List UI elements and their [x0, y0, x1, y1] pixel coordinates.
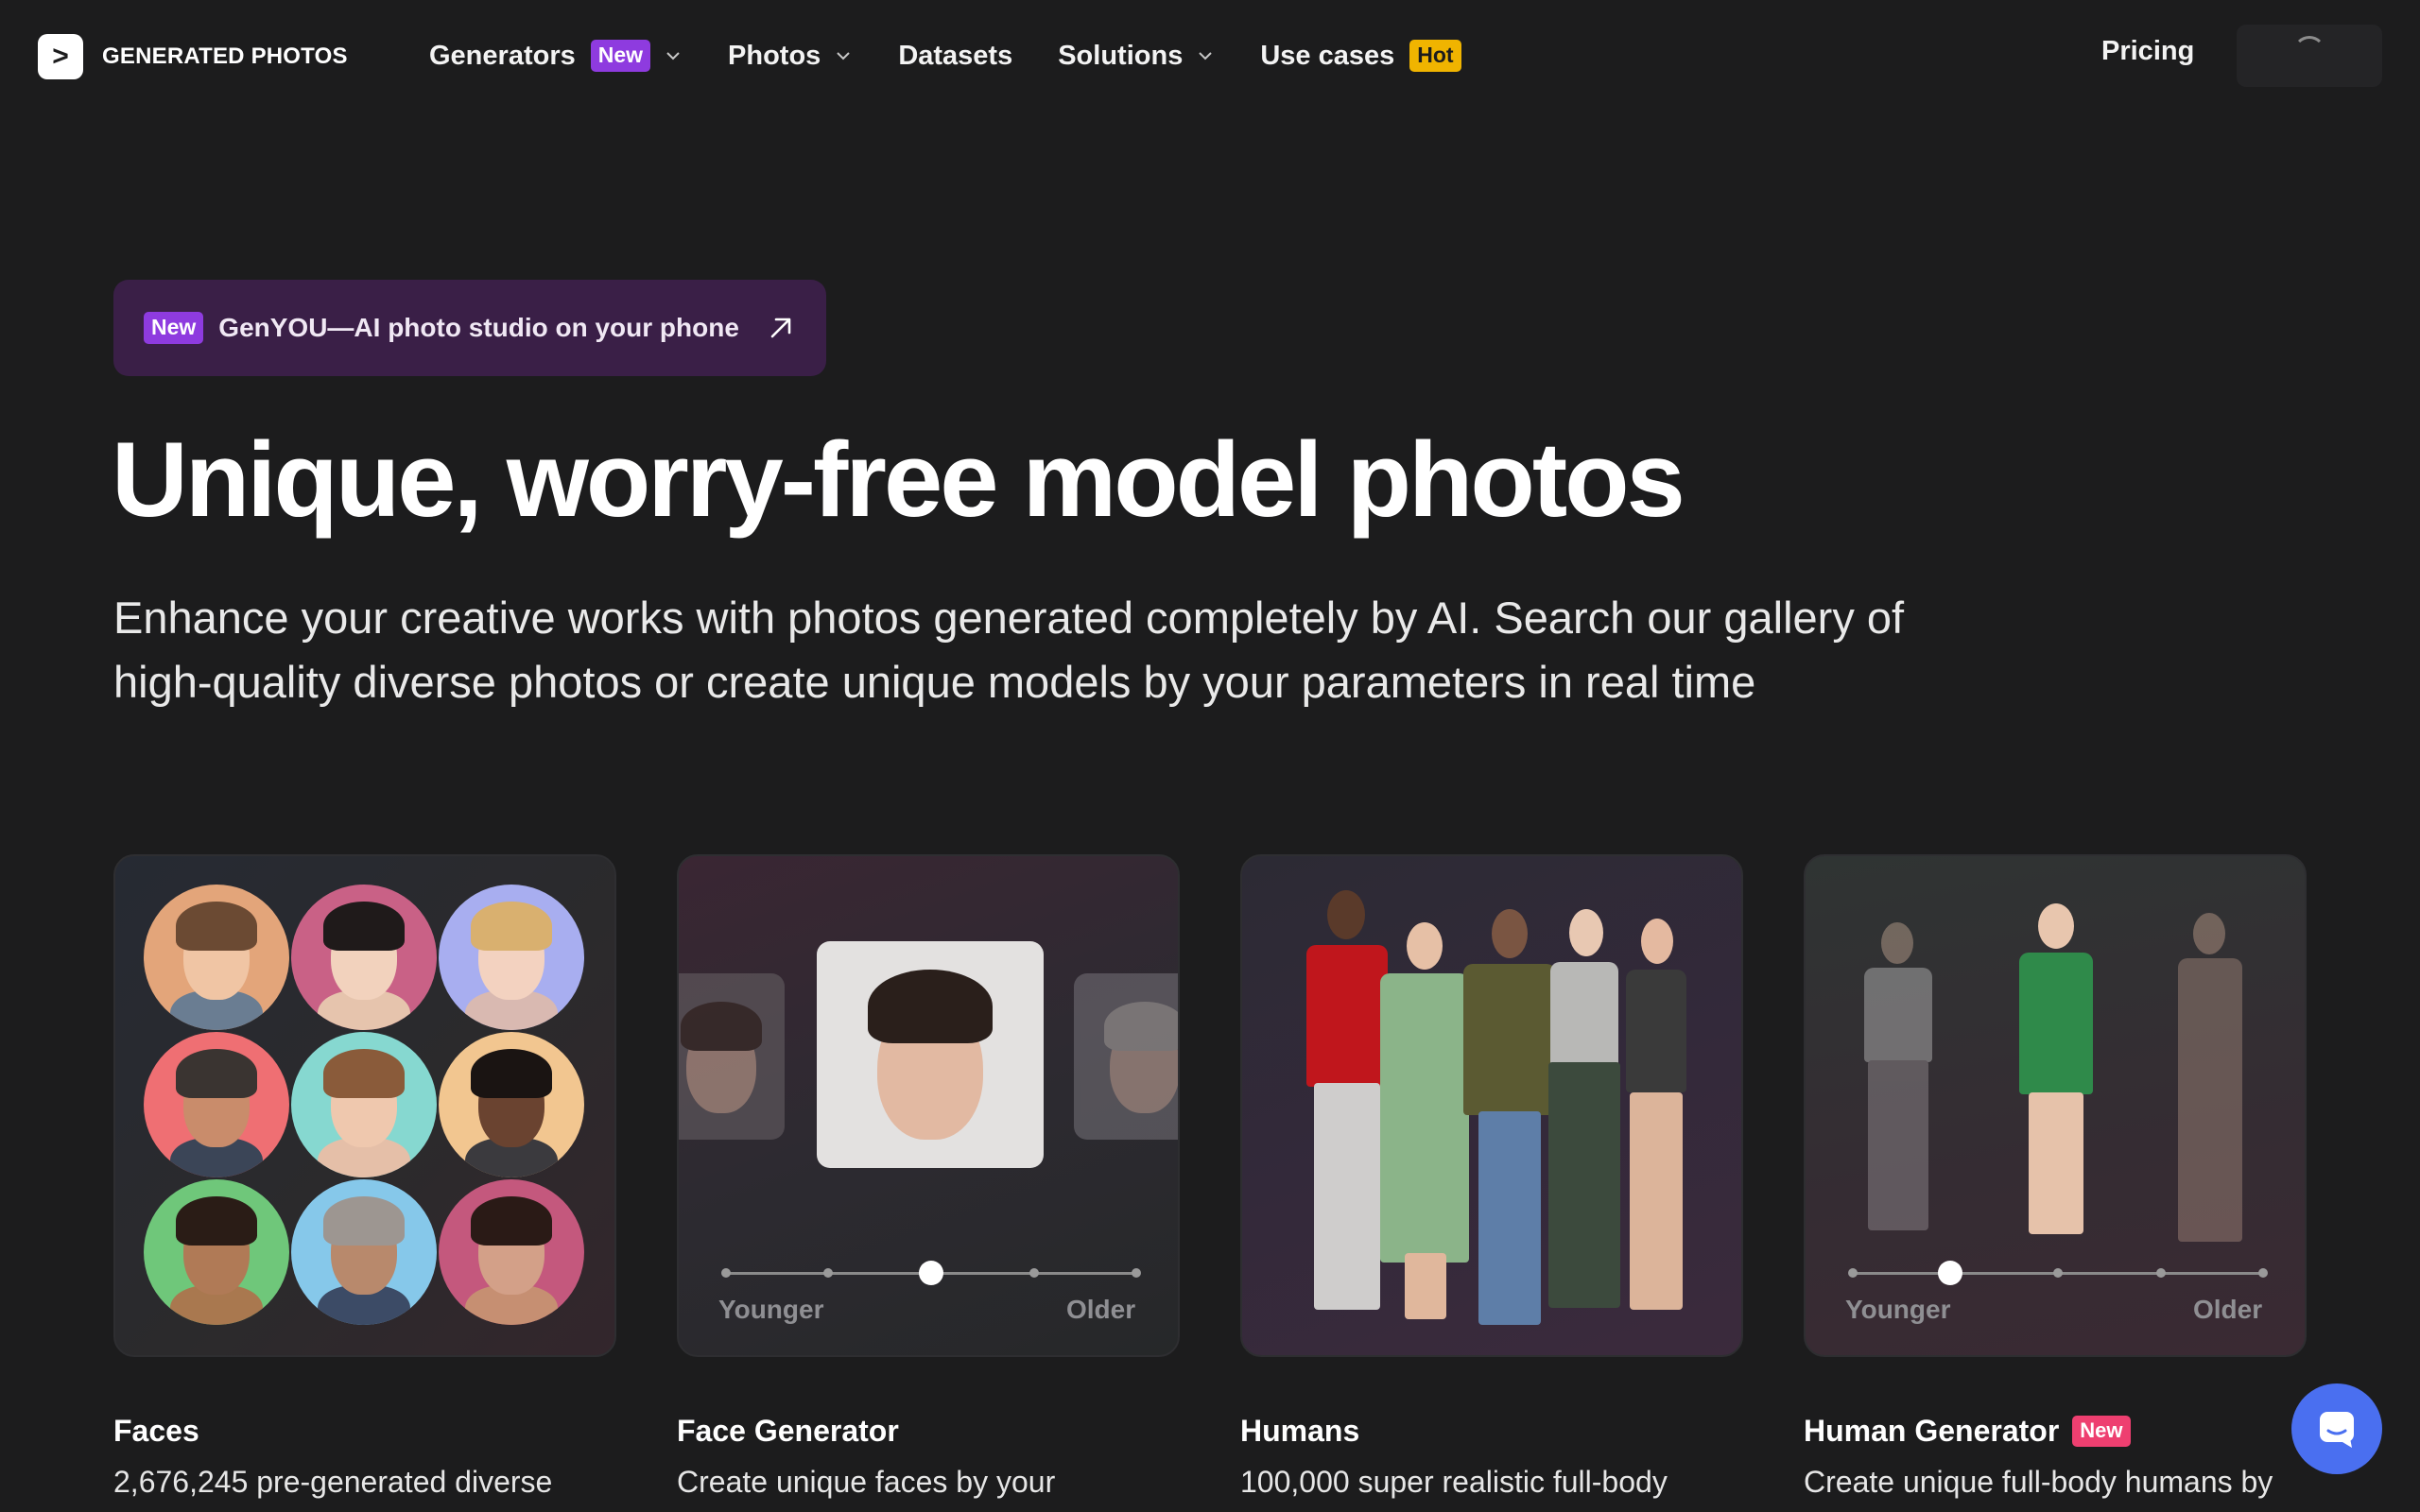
chat-icon: [2320, 1412, 2354, 1448]
face-thumbnail: [291, 1032, 437, 1177]
face-thumbnail: [439, 885, 584, 1030]
face-thumbnail: [144, 1179, 289, 1325]
logo[interactable]: > GENERATED PHOTOS: [38, 34, 348, 79]
face-thumbnail: [291, 1179, 437, 1325]
nav-datasets-label: Datasets: [898, 40, 1013, 71]
age-slider-handle[interactable]: [919, 1261, 943, 1285]
slider-label-older: Older: [2193, 1295, 2263, 1324]
face-thumbnail: [439, 1179, 584, 1325]
card-desc-humans: 100,000 super realistic full-body: [1240, 1465, 1668, 1499]
slider-step: [1029, 1268, 1039, 1278]
human-generator-card-image[interactable]: Younger Older: [1804, 854, 2307, 1357]
hot-badge: Hot: [1409, 40, 1461, 72]
page-subtitle: Enhance your creative works with photos …: [113, 586, 2136, 714]
logo-text: GENERATED PHOTOS: [102, 43, 348, 69]
face-thumbnail: [144, 1032, 289, 1177]
card-desc-faces: 2,676,245 pre-generated diverse: [113, 1465, 553, 1499]
nav-generators-label: Generators: [429, 40, 576, 71]
account-button-loading[interactable]: [2237, 25, 2382, 87]
card-desc-human-generator: Create unique full-body humans by: [1804, 1465, 2273, 1499]
human-preview-current: [2004, 903, 2108, 1244]
slider-label-older: Older: [1066, 1295, 1136, 1324]
chevron-down-icon: [837, 52, 851, 60]
slider-step: [1132, 1268, 1141, 1278]
face-generator-card-image[interactable]: Younger Older: [677, 854, 1180, 1357]
slider-step: [2156, 1268, 2166, 1278]
human-preview-next: [2165, 913, 2256, 1253]
face-thumbnail: [291, 885, 437, 1030]
nav-pricing[interactable]: Pricing: [2101, 36, 2194, 67]
nav-solutions[interactable]: Solutions: [1058, 41, 1215, 72]
new-badge: New: [144, 312, 204, 344]
nav-generators[interactable]: Generators New: [429, 40, 683, 72]
promo-banner-genyou[interactable]: New GenYOU—AI photo studio on your phone: [113, 280, 826, 376]
faces-card-image[interactable]: [113, 854, 616, 1357]
face-thumbnail: [144, 885, 289, 1030]
human-preview-prev: [1853, 922, 1944, 1244]
card-title-text: Face Generator: [677, 1414, 899, 1448]
card-title-face-generator[interactable]: Face Generator: [677, 1414, 899, 1449]
new-badge: New: [590, 40, 651, 72]
nav-photos[interactable]: Photos: [728, 41, 853, 72]
chevron-down-icon: [1199, 52, 1213, 60]
slider-step: [2258, 1268, 2268, 1278]
nav-solutions-label: Solutions: [1058, 40, 1184, 71]
face-preview-current: [817, 941, 1044, 1168]
nav-use-cases[interactable]: Use cases Hot: [1260, 40, 1461, 72]
support-chat-button[interactable]: [2291, 1383, 2382, 1474]
arrow-up-right-icon: [770, 318, 791, 338]
card-desc-face-generator: Create unique faces by your: [677, 1465, 1056, 1499]
slider-step: [721, 1268, 731, 1278]
slider-label-younger: Younger: [718, 1295, 824, 1324]
slider-step: [823, 1268, 833, 1278]
chevron-down-icon: [666, 52, 680, 60]
loading-spinner-icon: [2293, 36, 2325, 68]
logo-mark-icon: >: [38, 34, 83, 79]
promo-text: GenYOU—AI photo studio on your phone: [218, 313, 739, 342]
nav-datasets[interactable]: Datasets: [898, 41, 1012, 72]
top-navigation-bar: > GENERATED PHOTOS Generators New Photos…: [0, 0, 2420, 110]
subtitle-line-1: Enhance your creative works with photos …: [113, 593, 1905, 643]
main-nav: Generators New Photos Datasets Solutions…: [429, 34, 1507, 77]
humans-card-image[interactable]: [1240, 854, 1743, 1357]
human-figure: [1609, 919, 1703, 1325]
new-badge: New: [2072, 1416, 2131, 1447]
nav-photos-label: Photos: [728, 40, 821, 71]
slider-step: [1848, 1268, 1858, 1278]
card-title-human-generator[interactable]: Human Generator New: [1804, 1414, 2131, 1449]
face-preview-next: [1074, 973, 1178, 1140]
page-title: Unique, worry-free model photos: [112, 421, 1685, 539]
slider-step: [2053, 1268, 2063, 1278]
face-thumbnail: [439, 1032, 584, 1177]
subtitle-line-2: high-quality diverse photos or create un…: [113, 657, 1756, 707]
nav-use-cases-label: Use cases: [1260, 40, 1395, 71]
card-title-humans[interactable]: Humans: [1240, 1414, 1359, 1449]
face-preview-prev: [679, 973, 785, 1140]
card-title-text: Human Generator: [1804, 1414, 2060, 1448]
slider-label-younger: Younger: [1845, 1295, 1951, 1324]
card-title-faces[interactable]: Faces: [113, 1414, 199, 1449]
card-title-text: Faces: [113, 1414, 199, 1448]
card-title-text: Humans: [1240, 1414, 1360, 1448]
age-slider-handle[interactable]: [1938, 1261, 1962, 1285]
